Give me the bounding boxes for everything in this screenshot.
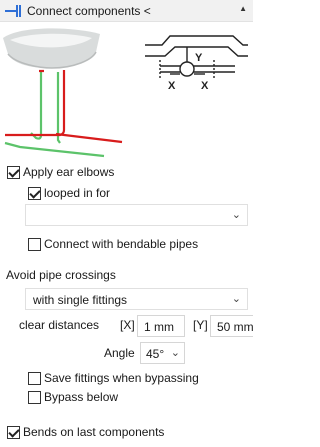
- x-distance-tag: [X]: [120, 318, 135, 332]
- y-distance-input[interactable]: 50 mm: [210, 315, 253, 337]
- y-distance-value: 50 mm: [217, 320, 253, 334]
- chevron-down-icon: ⌄: [231, 293, 241, 305]
- bypass-below-checkbox[interactable]: [28, 391, 41, 404]
- triangle-up-icon[interactable]: ▲: [239, 4, 247, 13]
- looped-in-for-label: looped in for: [44, 186, 111, 200]
- bypass-below-label: Bypass below: [44, 390, 119, 404]
- panel-header[interactable]: Connect components < ▲: [0, 0, 253, 22]
- diagram-label-x-left: X: [168, 80, 176, 92]
- x-distance-value: 1 mm: [144, 320, 174, 334]
- save-fittings-label: Save fittings when bypassing: [44, 371, 199, 385]
- chevron-down-icon: ⌄: [231, 209, 241, 221]
- bendable-pipes-label: Connect with bendable pipes: [44, 237, 199, 251]
- save-fittings-checkbox[interactable]: [28, 372, 41, 385]
- illustration: Y X X: [3, 28, 248, 158]
- y-distance-tag: [Y]: [193, 318, 208, 332]
- bends-last-checkbox[interactable]: [7, 426, 20, 439]
- crossing-method-value: with single fittings: [33, 293, 128, 307]
- connect-components-icon: [5, 5, 21, 17]
- looped-in-for-checkbox[interactable]: [28, 187, 41, 200]
- chevron-down-icon: ⌄: [170, 347, 180, 359]
- avoid-crossings-heading: Avoid pipe crossings: [6, 268, 116, 282]
- apply-ear-elbows-label: Apply ear elbows: [23, 165, 115, 179]
- bends-last-label: Bends on last components: [23, 425, 165, 439]
- bendable-pipes-checkbox[interactable]: [28, 238, 41, 251]
- diagram-label-x-right: X: [201, 80, 209, 92]
- clear-distances-label: clear distances: [19, 318, 100, 332]
- basin-image: [3, 28, 100, 69]
- crossing-method-select[interactable]: with single fittings ⌄: [25, 288, 248, 310]
- pipe-drawing: [4, 69, 123, 158]
- angle-label: Angle: [104, 346, 135, 360]
- apply-ear-elbows-checkbox[interactable]: [7, 166, 20, 179]
- x-distance-input[interactable]: 1 mm: [137, 315, 185, 337]
- angle-select[interactable]: 45° ⌄: [140, 342, 185, 364]
- diagram-label-y: Y: [195, 52, 203, 64]
- loop-select[interactable]: ⌄: [25, 204, 248, 226]
- panel-title: Connect components <: [27, 4, 151, 18]
- angle-value: 45°: [146, 347, 165, 361]
